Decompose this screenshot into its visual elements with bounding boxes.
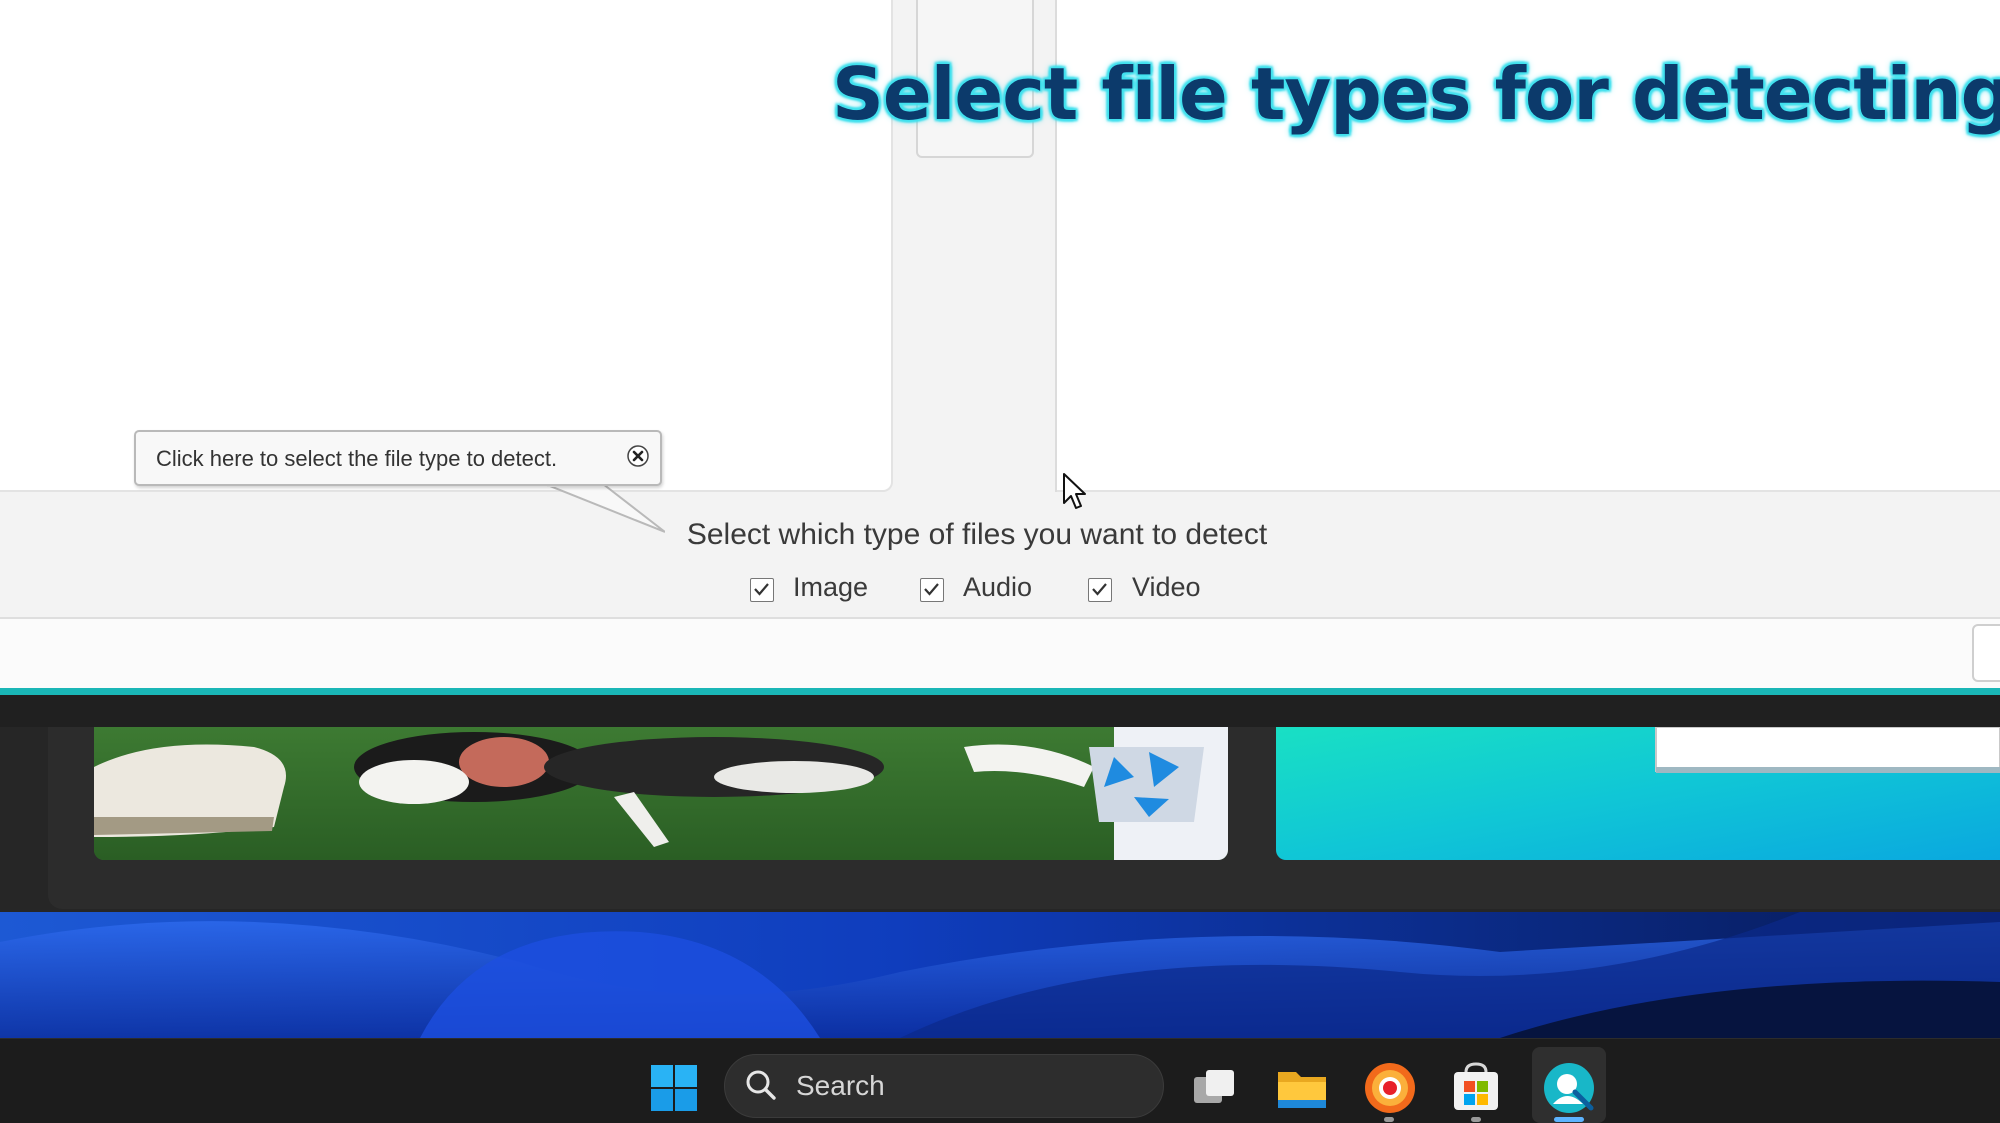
browser-icon[interactable] <box>1362 1060 1418 1116</box>
task-view-icon[interactable] <box>1186 1060 1242 1116</box>
desktop-wallpaper <box>0 912 2000 1038</box>
running-indicator <box>1471 1117 1481 1122</box>
search-icon <box>746 1070 776 1100</box>
status-bar <box>0 617 2000 689</box>
video-checkbox[interactable] <box>1088 578 1112 602</box>
window-thumbnail-app[interactable] <box>1276 727 2000 860</box>
recovery-app-icon[interactable] <box>1541 1060 1597 1116</box>
window-accent-border <box>0 688 2000 695</box>
video-label[interactable]: Video <box>1132 572 1201 603</box>
audio-label[interactable]: Audio <box>963 572 1032 603</box>
windows-start-icon[interactable] <box>646 1060 702 1116</box>
left-panel <box>0 0 893 492</box>
running-indicator <box>1384 1117 1394 1122</box>
search-placeholder: Search <box>796 1070 885 1101</box>
active-app-indicator <box>1554 1117 1584 1122</box>
mouse-cursor-icon <box>1063 473 1086 509</box>
overlay-caption: Select file types for detecting <box>832 52 2000 136</box>
file-explorer-icon[interactable] <box>1274 1060 1330 1116</box>
help-tooltip: Click here to select the file type to de… <box>134 430 662 486</box>
tooltip-text: Click here to select the file type to de… <box>156 446 558 471</box>
image-checkbox[interactable] <box>750 578 774 602</box>
close-icon[interactable] <box>626 444 650 468</box>
task-view-header <box>0 695 2000 727</box>
microsoft-store-icon[interactable] <box>1448 1060 1504 1116</box>
audio-checkbox[interactable] <box>920 578 944 602</box>
status-bar-button[interactable] <box>1972 624 2000 682</box>
image-label[interactable]: Image <box>793 572 868 603</box>
taskbar-search-box[interactable] <box>724 1054 1164 1118</box>
detect-prompt: Select which type of files you want to d… <box>686 518 1268 551</box>
window-thumbnail-photo[interactable] <box>94 727 1228 860</box>
